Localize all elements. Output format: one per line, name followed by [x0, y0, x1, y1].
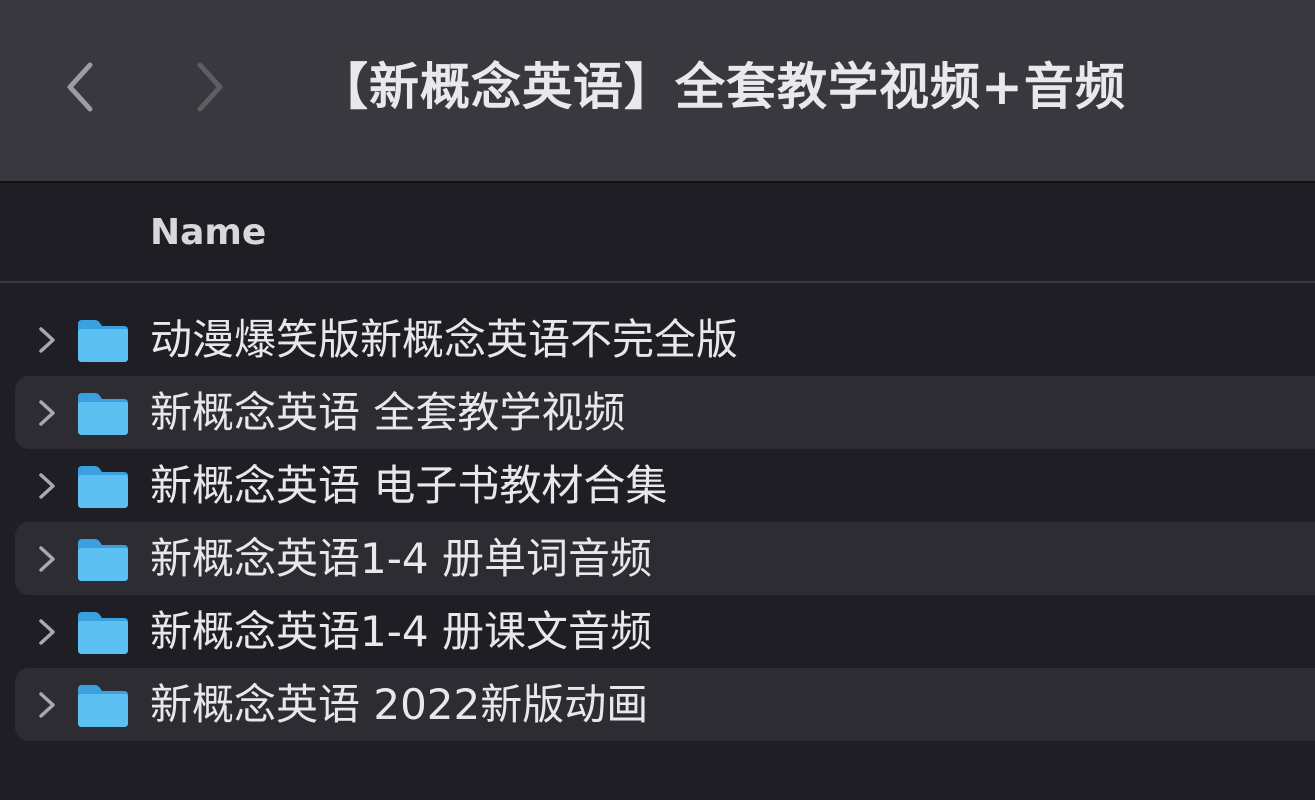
- list-item-label: 新概念英语 全套教学视频: [150, 388, 626, 437]
- back-button[interactable]: [50, 52, 110, 122]
- list-item[interactable]: 新概念英语 电子书教材合集: [15, 449, 1315, 522]
- list-item-label: 动漫爆笑版新概念英语不完全版: [150, 315, 739, 364]
- list-item[interactable]: 动漫爆笑版新概念英语不完全版: [15, 303, 1315, 376]
- chevron-right-icon: [197, 62, 223, 112]
- chevron-right-icon[interactable]: [35, 470, 59, 502]
- chevron-right-icon[interactable]: [35, 324, 59, 356]
- chevron-right-icon[interactable]: [35, 689, 59, 721]
- file-list: 动漫爆笑版新概念英语不完全版 新概念英语 全套教学视频 新概念英语 电子书教材合…: [0, 303, 1315, 741]
- folder-icon: [78, 320, 128, 362]
- list-item-label: 新概念英语1-4 册课文音频: [150, 607, 652, 656]
- folder-icon: [78, 685, 128, 727]
- chevron-right-icon[interactable]: [35, 397, 59, 429]
- folder-icon: [78, 539, 128, 581]
- list-item[interactable]: 新概念英语 全套教学视频: [15, 376, 1315, 449]
- chevron-left-icon: [67, 62, 93, 112]
- folder-icon: [78, 466, 128, 508]
- list-item[interactable]: 新概念英语1-4 册课文音频: [15, 595, 1315, 668]
- list-item-label: 新概念英语1-4 册单词音频: [150, 534, 652, 583]
- list-item[interactable]: 新概念英语1-4 册单词音频: [15, 522, 1315, 595]
- column-header-name[interactable]: Name: [150, 209, 266, 257]
- toolbar: 【新概念英语】全套教学视频+音频: [0, 0, 1315, 183]
- forward-button[interactable]: [180, 52, 240, 122]
- folder-icon: [78, 393, 128, 435]
- chevron-right-icon[interactable]: [35, 543, 59, 575]
- list-item-label: 新概念英语 2022新版动画: [150, 680, 649, 729]
- chevron-right-icon[interactable]: [35, 616, 59, 648]
- folder-icon: [78, 612, 128, 654]
- list-item[interactable]: 新概念英语 2022新版动画: [15, 668, 1315, 741]
- window-title: 【新概念英语】全套教学视频+音频: [318, 58, 1126, 116]
- list-item-label: 新概念英语 电子书教材合集: [150, 461, 668, 510]
- column-header-row: Name: [0, 183, 1315, 283]
